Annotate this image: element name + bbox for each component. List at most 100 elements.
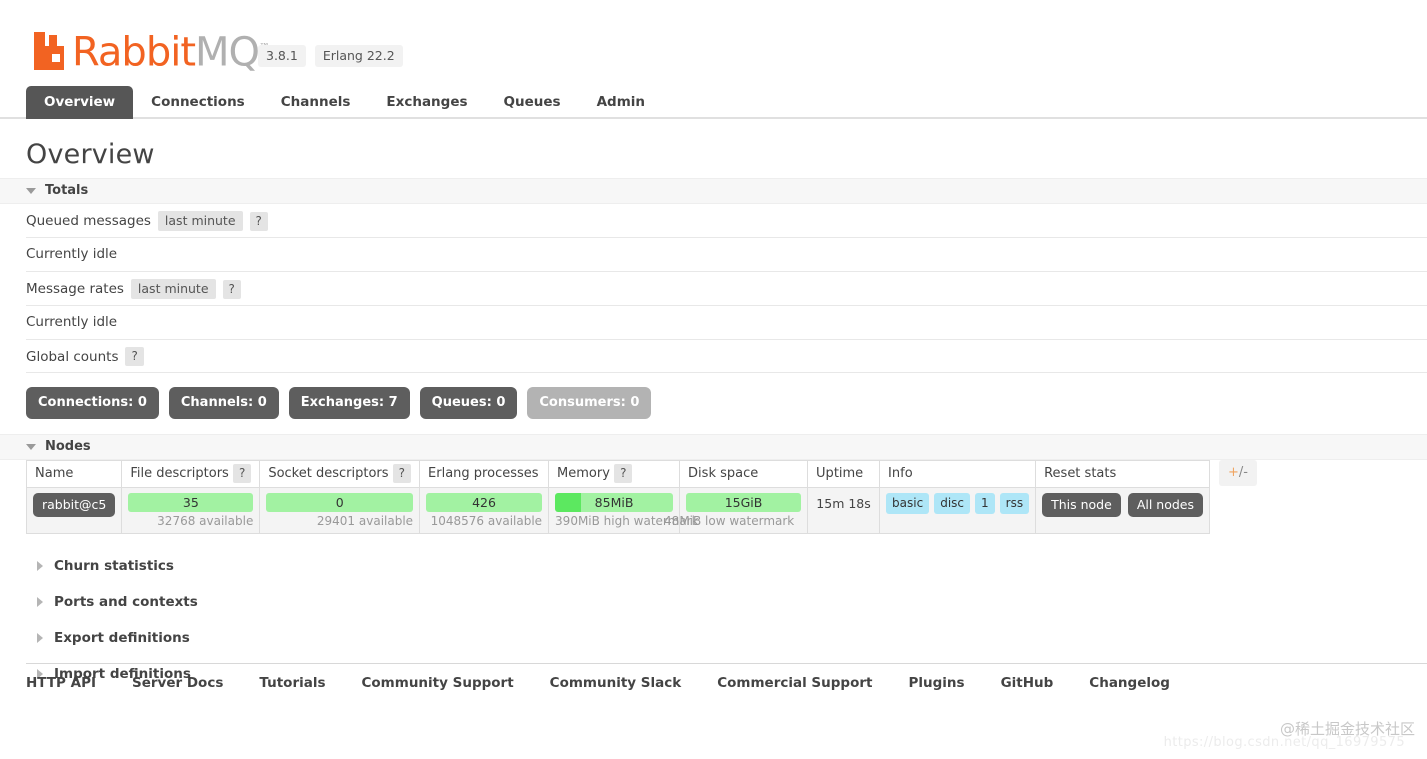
count-badge-connections-label: Connections xyxy=(38,395,129,410)
column-header-memory-label: Memory xyxy=(557,466,610,481)
page-title: Overview xyxy=(26,139,155,170)
table-row: rabbit@c5 35 32768 available 0 29401 ava… xyxy=(25,487,1210,534)
tab-exchanges[interactable]: Exchanges xyxy=(368,86,485,119)
column-header-socket-descriptors[interactable]: Socket descriptors ? xyxy=(259,460,421,488)
tab-admin[interactable]: Admin xyxy=(579,86,663,119)
rabbitmq-logo-icon xyxy=(34,32,68,71)
page-header: RabbitMQ™ 3.8.1 Erlang 22.2 xyxy=(0,0,1427,86)
column-header-name[interactable]: Name xyxy=(25,460,123,488)
count-badge-queues-value: 0 xyxy=(496,395,506,410)
caret-right-icon xyxy=(37,561,43,571)
rabbitmq-logo[interactable]: RabbitMQ™ xyxy=(34,26,270,72)
reset-stats-buttons: This node All nodes xyxy=(1042,493,1203,517)
queued-messages-range-selector[interactable]: last minute xyxy=(157,211,243,231)
info-badge-disc[interactable]: disc xyxy=(934,493,971,514)
cell-reset-stats: This node All nodes xyxy=(1035,487,1210,534)
info-badge-list: basic disc 1 rss xyxy=(886,493,1030,514)
footer-link-community-slack[interactable]: Community Slack xyxy=(550,675,682,691)
caret-right-icon xyxy=(37,633,43,643)
main-content: Overview Totals Queued messages last min… xyxy=(0,119,1427,692)
footer-link-community-support[interactable]: Community Support xyxy=(362,675,514,691)
column-header-disk-space[interactable]: Disk space xyxy=(679,460,809,488)
column-header-file-descriptors-label: File descriptors xyxy=(130,466,229,481)
section-ports-and-contexts[interactable]: Ports and contexts xyxy=(26,584,1427,620)
footer-links: HTTP API Server Docs Tutorials Community… xyxy=(26,663,1427,691)
info-badge-rss[interactable]: rss xyxy=(999,493,1030,514)
reset-all-nodes-button[interactable]: All nodes xyxy=(1127,493,1203,517)
file-descriptors-help-icon[interactable]: ? xyxy=(232,464,252,483)
section-header-totals[interactable]: Totals xyxy=(0,178,1427,204)
footer-link-github[interactable]: GitHub xyxy=(1001,675,1054,691)
memory-help-icon[interactable]: ? xyxy=(614,464,633,483)
tab-connections[interactable]: Connections xyxy=(133,86,263,119)
section-ports-and-contexts-label: Ports and contexts xyxy=(54,594,198,610)
count-badge-channels-label: Channels xyxy=(180,395,248,410)
file-descriptors-note: 32768 available xyxy=(157,514,254,528)
erlang-version-pill: Erlang 22.2 xyxy=(314,45,403,67)
socket-descriptors-help-icon[interactable]: ? xyxy=(392,464,412,483)
erlang-processes-value: 426 xyxy=(472,495,496,510)
count-badge-queues-label: Queues xyxy=(431,395,487,410)
cell-disk-space: 15GiB 48MiB low watermark xyxy=(664,487,809,534)
column-header-file-descriptors[interactable]: File descriptors ? xyxy=(121,460,261,488)
tab-queues[interactable]: Queues xyxy=(486,86,579,119)
disk-space-value: 15GiB xyxy=(724,495,763,510)
count-badge-exchanges[interactable]: Exchanges: 7 xyxy=(288,387,410,419)
column-header-erlang-processes[interactable]: Erlang processes xyxy=(419,460,550,488)
count-badge-channels[interactable]: Channels: 0 xyxy=(168,387,279,419)
footer-link-commercial-support[interactable]: Commercial Support xyxy=(717,675,872,691)
tab-overview[interactable]: Overview xyxy=(26,86,134,119)
reset-this-node-button[interactable]: This node xyxy=(1042,493,1121,517)
message-rates-range-selector[interactable]: last minute xyxy=(130,279,216,299)
nav-tab-list: Overview Connections Channels Exchanges … xyxy=(26,86,663,119)
count-badge-consumers-label: Consumers xyxy=(539,395,621,410)
section-header-nodes[interactable]: Nodes xyxy=(0,434,1427,460)
caret-down-icon xyxy=(26,187,36,194)
column-header-memory[interactable]: Memory ? xyxy=(548,460,681,488)
memory-gauge: 85MiB xyxy=(555,493,674,512)
section-churn-statistics[interactable]: Churn statistics xyxy=(26,548,1427,584)
footer-link-plugins[interactable]: Plugins xyxy=(908,675,964,691)
version-pills: 3.8.1 Erlang 22.2 xyxy=(258,45,403,67)
message-rates-help-icon[interactable]: ? xyxy=(222,279,241,299)
footer-link-http-api[interactable]: HTTP API xyxy=(26,675,96,691)
brand-wordmark: RabbitMQ™ xyxy=(72,28,270,72)
message-rates-status: Currently idle xyxy=(26,306,1427,340)
count-badge-channels-value: 0 xyxy=(257,395,267,410)
plus-icon: + xyxy=(1228,465,1239,480)
count-badge-consumers[interactable]: Consumers: 0 xyxy=(527,387,652,419)
count-badge-exchanges-value: 7 xyxy=(388,395,398,410)
tab-channels[interactable]: Channels xyxy=(263,86,369,119)
queued-messages-label: Queued messages xyxy=(26,213,151,229)
section-export-definitions[interactable]: Export definitions xyxy=(26,620,1427,656)
info-badge-basic[interactable]: basic xyxy=(886,493,930,514)
cell-erlang-processes: 426 1048576 available xyxy=(419,487,550,534)
global-counts-help-icon[interactable]: ? xyxy=(125,347,144,366)
global-counts-label: Global counts xyxy=(26,348,119,365)
footer-link-tutorials[interactable]: Tutorials xyxy=(259,675,325,691)
socket-descriptors-note: 29401 available xyxy=(316,514,414,528)
info-badge-count[interactable]: 1 xyxy=(975,493,995,514)
count-badge-queues[interactable]: Queues: 0 xyxy=(419,387,518,419)
erlang-processes-gauge: 426 xyxy=(426,493,543,512)
queued-messages-help-icon[interactable]: ? xyxy=(249,211,268,231)
node-name-link[interactable]: rabbit@c5 xyxy=(33,493,116,517)
toggle-columns-button[interactable]: +/- xyxy=(1219,460,1257,486)
cell-info: basic disc 1 rss xyxy=(879,487,1037,534)
count-badge-connections[interactable]: Connections: 0 xyxy=(26,387,159,419)
message-rates-label: Message rates xyxy=(26,281,124,297)
brand-rabbit-text: Rabbit xyxy=(72,29,196,76)
nodes-table-wrapper: Name File descriptors ? Socket descripto… xyxy=(25,460,1427,534)
cell-file-descriptors: 35 32768 available xyxy=(121,487,261,534)
footer-link-changelog[interactable]: Changelog xyxy=(1089,675,1170,691)
count-badge-connections-value: 0 xyxy=(137,395,147,410)
minus-icon: /- xyxy=(1238,465,1248,480)
queued-messages-header: Queued messages last minute ? xyxy=(26,204,1427,238)
socket-descriptors-value: 0 xyxy=(335,495,344,510)
caret-right-icon xyxy=(37,597,43,607)
footer-link-server-docs[interactable]: Server Docs xyxy=(132,675,223,691)
column-header-reset-stats[interactable]: Reset stats xyxy=(1035,460,1210,488)
column-header-uptime[interactable]: Uptime xyxy=(807,460,881,488)
column-header-info[interactable]: Info xyxy=(879,460,1037,488)
memory-gauge-fill xyxy=(555,493,581,512)
